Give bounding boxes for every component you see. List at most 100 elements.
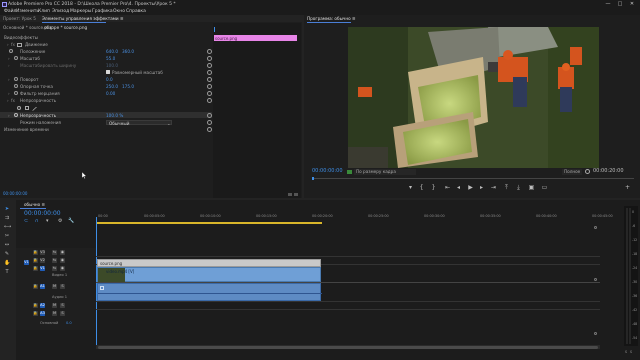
menu-file[interactable]: Файл <box>4 9 16 14</box>
motion-fx-badge[interactable]: fx <box>11 42 15 47</box>
a1-track-label[interactable]: A1 <box>40 284 45 289</box>
selection-tool-icon[interactable]: ➤ <box>4 206 10 212</box>
pen-tool-icon[interactable]: ✎ <box>4 251 10 257</box>
blend-mode-select[interactable]: Обычный ⌄ <box>106 119 172 126</box>
meter-solo-left[interactable]: S <box>625 350 627 354</box>
v2-sync-icon[interactable]: ⇆ <box>52 258 57 263</box>
anchor-x-value[interactable]: 250.0 <box>106 84 118 89</box>
a3-lock-icon[interactable]: 🔒 <box>33 311 38 316</box>
motion-transform-icon[interactable] <box>17 42 22 47</box>
rotation-value[interactable]: 0.0 <box>106 77 113 82</box>
v2-eye-icon[interactable]: ◉ <box>60 258 65 263</box>
reset-opacity-section-icon[interactable] <box>207 98 212 103</box>
step-forward-button[interactable]: ▸ <box>478 184 485 191</box>
tab-project[interactable]: Проект: Урок 5 <box>3 16 36 21</box>
ec-timecode[interactable]: 00:00:00:00 <box>3 191 27 196</box>
hand-tool-icon[interactable]: ✋ <box>4 260 10 266</box>
track-select-tool-icon[interactable]: ⇉ <box>4 215 10 221</box>
ec-clip-bar[interactable]: source.png <box>214 35 297 41</box>
master-volume-value[interactable]: 0.0 <box>66 321 72 325</box>
ec-playhead[interactable] <box>214 27 215 32</box>
position-stopwatch-icon[interactable] <box>9 49 13 53</box>
antiflicker-toggle-arrow[interactable]: › <box>8 91 10 96</box>
pen-mask-icon[interactable] <box>32 106 37 111</box>
v3-eye-icon[interactable]: ◉ <box>60 250 65 255</box>
work-area-bar[interactable] <box>97 222 322 224</box>
scroll-handle-mid[interactable] <box>594 278 597 281</box>
reset-scale-width-icon[interactable] <box>207 63 212 68</box>
step-back-button[interactable]: ◂ <box>455 184 462 191</box>
meter-solo-right[interactable]: S <box>630 350 632 354</box>
program-ruler[interactable] <box>312 178 634 179</box>
timeline-tab[interactable]: обычно ≡ <box>24 202 45 207</box>
v1-sync-icon[interactable]: ⇆ <box>52 266 57 271</box>
reset-scale-icon[interactable] <box>207 56 212 61</box>
antiflicker-value[interactable]: 0.00 <box>106 91 115 96</box>
reset-anchor-icon[interactable] <box>207 84 212 89</box>
fit-select[interactable]: По размеру кадра <box>354 168 416 175</box>
anchor-stopwatch-icon[interactable] <box>14 84 18 88</box>
timeline-scrollbar[interactable] <box>96 345 600 349</box>
opacity-stopwatch-icon[interactable] <box>14 113 18 117</box>
close-icon[interactable]: ✕ <box>626 0 638 8</box>
reset-time-remap-icon[interactable] <box>207 127 212 132</box>
program-playhead[interactable] <box>312 177 314 180</box>
opacity-fx-badge[interactable]: fx <box>11 98 15 103</box>
scale-value[interactable]: 55.0 <box>106 56 115 61</box>
razor-tool-icon[interactable]: ✂ <box>4 233 10 239</box>
position-x-value[interactable]: 640.0 <box>106 49 118 54</box>
menu-graphics[interactable]: Графика <box>92 9 113 14</box>
clip-video-mp4[interactable]: video.mp4 [V] <box>97 267 321 282</box>
timeline-scroll-thumb[interactable] <box>98 345 598 349</box>
v1-track-label[interactable]: V1 <box>40 266 45 271</box>
scroll-handle-bottom[interactable] <box>594 332 597 335</box>
menu-sequence[interactable]: Эпизод <box>52 9 69 14</box>
maximize-icon[interactable]: □ <box>614 0 626 8</box>
a3-mute-icon[interactable]: M <box>52 311 57 316</box>
marker-button[interactable]: ▾ <box>407 184 414 191</box>
wrench-icon[interactable]: 🔧 <box>68 218 74 224</box>
v3-sync-icon[interactable]: ⇆ <box>52 250 57 255</box>
position-y-value[interactable]: 360.0 <box>122 49 134 54</box>
program-monitor-title[interactable]: Программа: обычно ≡ <box>307 16 355 21</box>
reset-rotation-icon[interactable] <box>207 77 212 82</box>
timeline-settings-icon[interactable]: ⚙ <box>58 218 62 224</box>
v1-eye-icon[interactable]: ◉ <box>60 266 65 271</box>
a2-lock-icon[interactable]: 🔒 <box>33 303 38 308</box>
a1-mute-icon[interactable]: M <box>52 284 57 289</box>
a2-track-label[interactable]: A2 <box>40 303 45 308</box>
menu-edit[interactable]: Изменить <box>16 9 39 14</box>
timeline-timecode[interactable]: 00:00:00:00 <box>24 210 61 217</box>
v1-source-patch[interactable]: V1 <box>24 260 29 265</box>
slip-tool-icon[interactable]: ↔ <box>4 242 10 248</box>
program-timecode-current[interactable]: 00:00:00:00 <box>312 168 343 174</box>
go-to-out-button[interactable]: ⇥ <box>490 184 497 191</box>
comparison-view-icon[interactable]: ▭ <box>541 184 548 191</box>
ripple-edit-tool-icon[interactable]: ⟷ <box>4 224 11 230</box>
v2-lock-icon[interactable]: 🔒 <box>33 258 38 263</box>
v1-lock-icon[interactable]: 🔒 <box>33 266 38 271</box>
v3-lock-icon[interactable]: 🔒 <box>33 250 38 255</box>
export-frame-icon[interactable]: ▣ <box>528 184 535 191</box>
rotation-toggle-arrow[interactable]: › <box>8 77 10 82</box>
go-to-in-button[interactable]: ⇤ <box>444 184 451 191</box>
minimize-icon[interactable]: — <box>602 0 614 8</box>
settings-wrench-icon[interactable] <box>585 169 590 174</box>
rotation-stopwatch-icon[interactable] <box>14 77 18 81</box>
add-marker-timeline-icon[interactable]: ▾ <box>46 218 49 224</box>
a3-solo-icon[interactable]: S <box>60 311 65 316</box>
snap-icon[interactable]: ⊂ <box>24 218 28 224</box>
opacity-value[interactable]: 100.0 % <box>106 113 123 118</box>
uniform-scale-checkbox[interactable] <box>106 70 110 74</box>
menu-clip[interactable]: Клип <box>38 9 50 14</box>
rectangle-mask-icon[interactable] <box>25 106 29 110</box>
clip-source-png[interactable]: source.png <box>97 259 321 267</box>
scale-stopwatch-icon[interactable] <box>14 56 18 60</box>
lift-button[interactable]: ⤒ <box>503 184 510 191</box>
type-tool-icon[interactable]: T <box>4 269 10 275</box>
add-button-icon[interactable]: + <box>624 184 631 191</box>
reset-position-icon[interactable] <box>207 49 212 54</box>
a1-lock-icon[interactable]: 🔒 <box>33 284 38 289</box>
antiflicker-stopwatch-icon[interactable] <box>14 91 18 95</box>
scale-toggle-arrow[interactable]: › <box>8 56 10 61</box>
